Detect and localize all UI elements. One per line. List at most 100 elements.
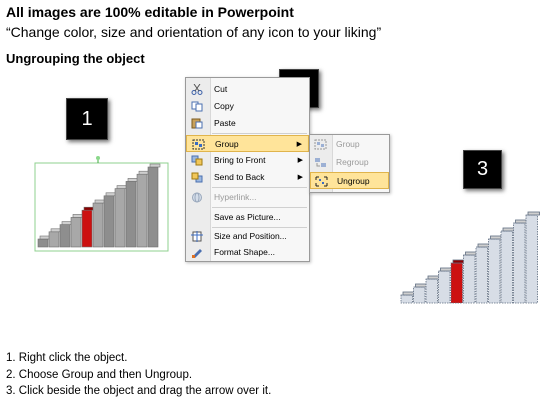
bar-top bbox=[490, 235, 503, 240]
menu-item-bring-to-front[interactable]: Bring to Front ▶ bbox=[186, 152, 309, 169]
bar-column bbox=[425, 278, 438, 304]
bar-column bbox=[450, 262, 463, 304]
bar-top bbox=[72, 214, 84, 218]
bar-top bbox=[138, 170, 150, 175]
submenu-item-label: Group bbox=[336, 139, 360, 149]
submenu-arrow-icon: ▶ bbox=[297, 157, 303, 164]
menu-item-label: Save as Picture... bbox=[214, 212, 281, 222]
regroup-icon bbox=[315, 158, 326, 167]
rotation-handle bbox=[96, 156, 100, 160]
menu-item-group[interactable]: Group ▶ bbox=[186, 135, 309, 152]
page-subtitle: “Change color, size and orientation of a… bbox=[6, 24, 382, 40]
menu-item-label: Bring to Front bbox=[214, 155, 266, 165]
ungroup-icon bbox=[315, 176, 328, 187]
instruction-step-1: 1. Right click the object. bbox=[6, 352, 128, 364]
bar-top bbox=[50, 228, 62, 233]
step-badge-1: 1 bbox=[66, 98, 108, 140]
submenu-item-regroup: Regroup bbox=[310, 154, 389, 171]
menu-separator bbox=[212, 207, 307, 208]
instruction-list: 1. Right click the object. 2. Choose Gro… bbox=[6, 350, 271, 400]
submenu-arrow-icon: ▶ bbox=[296, 141, 302, 148]
submenu-item-group: Group bbox=[310, 136, 389, 153]
menu-item-send-to-back[interactable]: Send to Back ▶ bbox=[186, 169, 309, 186]
bar-column bbox=[147, 166, 159, 248]
bring-to-front-icon bbox=[191, 155, 203, 166]
bar-top bbox=[515, 219, 528, 224]
bar-column bbox=[136, 173, 148, 248]
bar-top bbox=[61, 221, 73, 225]
bar-column bbox=[475, 246, 488, 304]
bar-top bbox=[127, 178, 139, 182]
instruction-step-3: 3. Click beside the object and drag the … bbox=[6, 385, 272, 397]
bar-column bbox=[438, 270, 451, 304]
menu-item-cut[interactable]: Cut bbox=[186, 81, 309, 98]
menu-item-label: Size and Position... bbox=[214, 231, 287, 241]
bar-top bbox=[149, 163, 161, 168]
menu-item-label: Hyperlink... bbox=[214, 192, 257, 202]
menu-item-label: Cut bbox=[214, 84, 228, 94]
bar-column bbox=[400, 294, 413, 304]
menu-item-format-shape[interactable]: Format Shape... bbox=[186, 244, 309, 261]
bar-column bbox=[48, 231, 60, 248]
section-title: Ungrouping the object bbox=[6, 51, 145, 66]
bar-column bbox=[513, 222, 526, 304]
bar-column bbox=[500, 230, 513, 304]
bar-column bbox=[81, 209, 93, 248]
menu-separator bbox=[212, 133, 307, 134]
bar-top bbox=[477, 243, 490, 248]
paste-icon bbox=[191, 118, 203, 129]
submenu-arrow-icon: ▶ bbox=[297, 174, 303, 181]
menu-item-save-as-picture[interactable]: Save as Picture... bbox=[186, 209, 309, 226]
size-position-icon bbox=[191, 231, 203, 242]
menu-item-label: Format Shape... bbox=[214, 247, 275, 257]
bar-column bbox=[114, 188, 126, 248]
bar-column bbox=[525, 214, 538, 304]
menu-item-paste[interactable]: Paste bbox=[186, 115, 309, 132]
format-shape-icon bbox=[192, 249, 202, 258]
bar-column bbox=[37, 238, 49, 248]
bar-top bbox=[94, 199, 106, 204]
ungrouped-bar-group bbox=[400, 211, 540, 304]
bar-column bbox=[463, 254, 476, 304]
menu-item-copy[interactable]: Copy bbox=[186, 98, 309, 115]
bar-column bbox=[413, 286, 426, 304]
menu-item-label: Send to Back bbox=[214, 172, 265, 182]
selected-bar-graphic[interactable] bbox=[34, 156, 170, 252]
group-icon bbox=[192, 139, 205, 150]
bar-top bbox=[83, 206, 95, 211]
context-menu: Cut Copy Paste Group ▶ Bring to Front ▶ … bbox=[185, 77, 310, 262]
menu-item-label: Paste bbox=[214, 118, 236, 128]
bar-top bbox=[105, 192, 117, 197]
group-icon bbox=[314, 139, 327, 150]
menu-item-size-and-position[interactable]: Size and Position... bbox=[186, 228, 309, 245]
bar-column bbox=[488, 238, 501, 304]
bar-top bbox=[452, 259, 465, 264]
menu-separator bbox=[212, 187, 307, 188]
bar-top bbox=[116, 185, 128, 189]
submenu-item-label: Ungroup bbox=[337, 176, 370, 186]
bar-top bbox=[415, 283, 428, 288]
group-submenu: Group Regroup Ungroup bbox=[309, 134, 390, 193]
hyperlink-icon bbox=[192, 192, 202, 203]
copy-icon bbox=[191, 101, 203, 112]
bar-column bbox=[59, 224, 71, 248]
scissors-icon bbox=[191, 84, 203, 95]
bar-column bbox=[92, 202, 104, 248]
bar-top bbox=[465, 251, 478, 256]
send-to-back-icon bbox=[191, 172, 203, 183]
submenu-item-label: Regroup bbox=[336, 157, 369, 167]
submenu-item-ungroup[interactable]: Ungroup bbox=[310, 172, 389, 189]
bar-column bbox=[125, 181, 137, 248]
bar-top bbox=[427, 275, 440, 280]
step-badge-3: 3 bbox=[463, 150, 502, 189]
menu-item-hyperlink: Hyperlink... bbox=[186, 189, 309, 206]
bar-top bbox=[527, 211, 540, 216]
ungrouped-bar-graphic[interactable] bbox=[398, 206, 546, 306]
bar-top bbox=[502, 227, 515, 232]
bar-group bbox=[37, 163, 161, 248]
bar-top bbox=[39, 235, 51, 240]
bar-column bbox=[70, 217, 82, 248]
page-title: All images are 100% editable in Powerpoi… bbox=[6, 4, 294, 20]
bar-top bbox=[440, 267, 453, 272]
bar-column bbox=[103, 195, 115, 248]
